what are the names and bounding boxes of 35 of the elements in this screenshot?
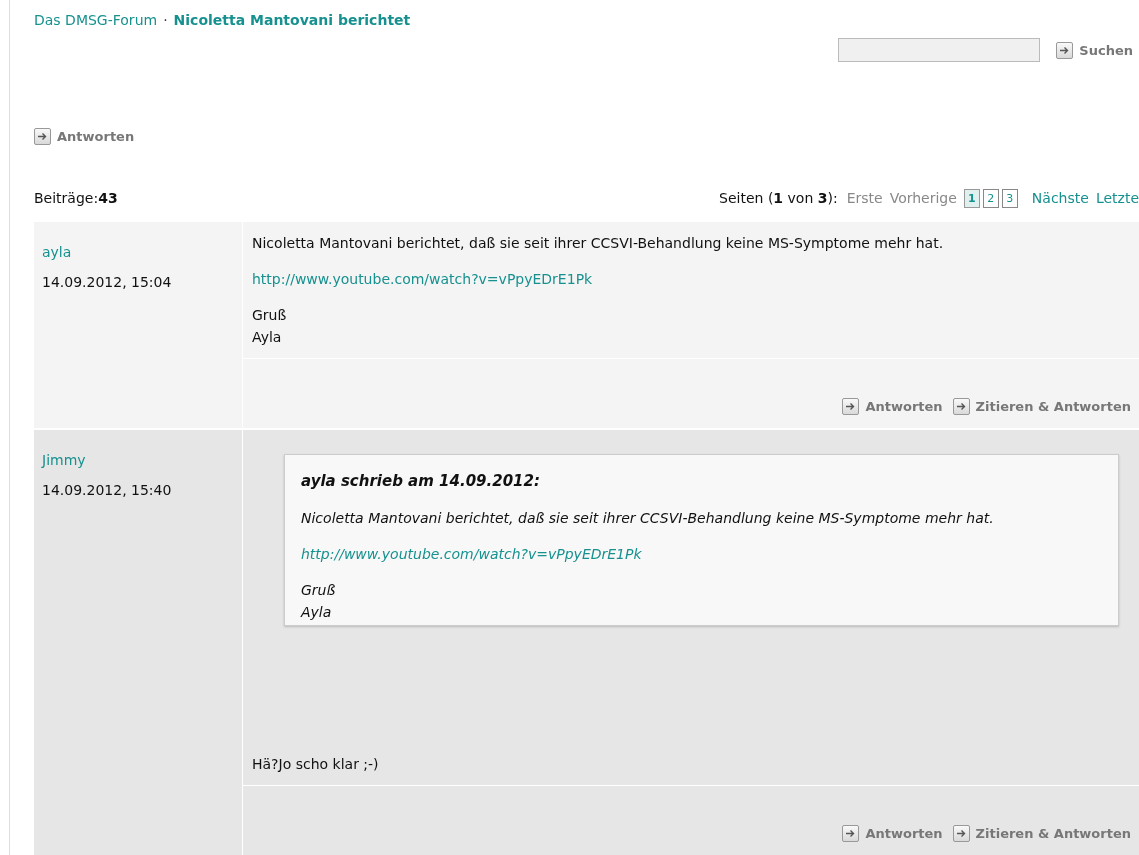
post-text: Nicoletta Mantovani berichtet, daß sie seit ihrer CCSVI-Behandlung keine MS-Symptome mehr hat. — [252, 234, 945, 253]
page-number[interactable]: 1 — [963, 188, 980, 208]
video-link[interactable]: http://www.youtube.com/watch?v=vPpyEDrE1Pk — [301, 546, 642, 562]
quote-reply-button[interactable]: Zitieren & Antworten — [952, 385, 1131, 428]
arrow-right-icon — [1056, 41, 1074, 59]
reply-button[interactable]: Antworten — [34, 128, 135, 145]
page-number[interactable]: 3 — [1001, 188, 1018, 208]
signature-text: Gruß Ayla — [252, 306, 288, 347]
arrow-right-icon — [842, 398, 860, 415]
video-link[interactable]: http://www.youtube.com/watch?v=vPpyEDrE1Pk — [252, 271, 593, 287]
post-date: 14.09.2012, 15:04 — [42, 274, 173, 290]
post-date: 14.09.2012, 15:40 — [42, 482, 173, 498]
arrow-right-icon — [842, 825, 860, 842]
signature-text: Gruß Ayla — [301, 581, 337, 622]
quote-reply-button[interactable]: Zitieren & Antworten — [952, 812, 1131, 855]
page-link[interactable]: Letzte — [1095, 190, 1139, 206]
author-link[interactable]: Jimmy — [42, 452, 242, 468]
post-text: Hä?Jo scho klar ;-) — [252, 755, 380, 774]
page-number[interactable]: 2 — [982, 188, 999, 208]
page-info: Seiten (1 von 3): — [719, 190, 838, 206]
breadcrumb-link[interactable]: Das DMSG-Forum — [34, 12, 158, 28]
search-field[interactable] — [838, 38, 1041, 62]
author-link[interactable]: ayla — [42, 244, 242, 260]
arrow-right-icon — [34, 128, 51, 145]
post-text: Nicoletta Mantovani berichtet, daß sie seit ihrer CCSVI-Behandlung keine MS-Symptome mehr hat. — [301, 509, 995, 528]
thread-title[interactable]: Nicoletta Mantovani berichtet — [173, 12, 411, 28]
arrow-right-icon — [952, 398, 970, 415]
page-link[interactable]: Nächste — [1031, 190, 1089, 206]
quote-header: ayla schrieb am 14.09.2012: — [301, 471, 541, 492]
search-button[interactable]: Suchen — [1056, 41, 1133, 59]
breadcrumb-separator: · — [163, 12, 168, 28]
arrow-right-icon — [952, 825, 970, 842]
post-count: Beiträge:43 — [34, 190, 118, 206]
reply-button[interactable]: Antworten — [842, 812, 943, 855]
reply-button[interactable]: Antworten — [842, 385, 943, 428]
